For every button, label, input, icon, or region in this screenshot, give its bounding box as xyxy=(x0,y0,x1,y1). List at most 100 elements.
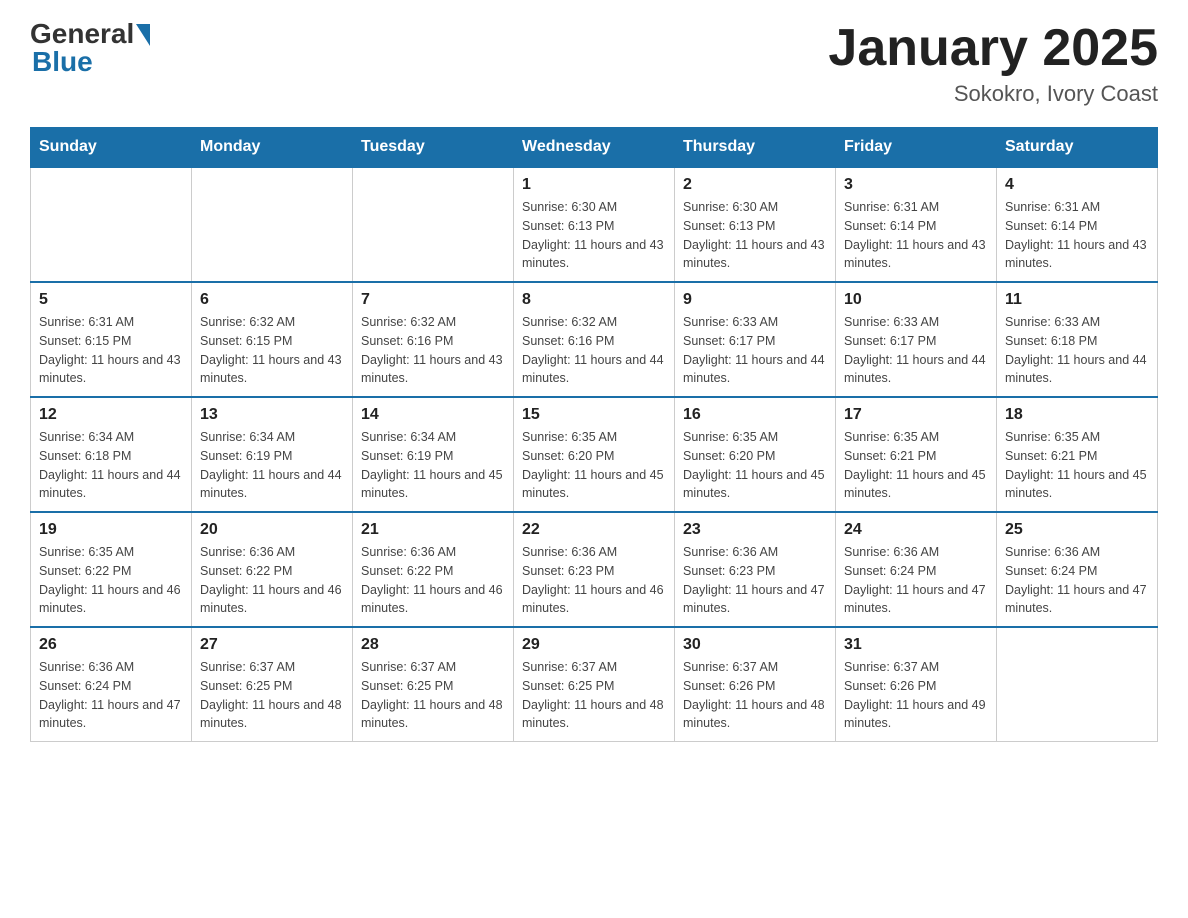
col-thursday: Thursday xyxy=(675,128,836,168)
table-row: 21 Sunrise: 6:36 AM Sunset: 6:22 PM Dayli… xyxy=(353,512,514,627)
table-row: 18 Sunrise: 6:35 AM Sunset: 6:21 PM Dayli… xyxy=(997,397,1158,512)
day-number: 8 xyxy=(522,291,666,309)
table-row: 9 Sunrise: 6:33 AM Sunset: 6:17 PM Daylig… xyxy=(675,282,836,397)
day-info: Sunrise: 6:33 AM Sunset: 6:17 PM Dayligh… xyxy=(844,313,988,388)
day-number: 1 xyxy=(522,176,666,194)
day-number: 6 xyxy=(200,291,344,309)
day-info: Sunrise: 6:36 AM Sunset: 6:23 PM Dayligh… xyxy=(522,543,666,618)
table-row: 24Sunrise: 6:36 AM Sunset: 6:24 PM Dayli… xyxy=(836,512,997,627)
calendar-title: January 2025 xyxy=(828,20,1158,77)
table-row: 16Sunrise: 6:35 AM Sunset: 6:20 PM Dayli… xyxy=(675,397,836,512)
table-row: 28 Sunrise: 6:37 AM Sunset: 6:25 PM Dayli… xyxy=(353,627,514,742)
day-number: 3 xyxy=(844,176,988,194)
col-sunday: Sunday xyxy=(31,128,192,168)
day-number: 14 xyxy=(361,406,505,424)
day-info: Sunrise: 6:37 AM Sunset: 6:26 PM Dayligh… xyxy=(683,658,827,733)
day-number: 21 xyxy=(361,521,505,539)
table-row xyxy=(31,167,192,282)
table-row: 3 Sunrise: 6:31 AM Sunset: 6:14 PM Daylig… xyxy=(836,167,997,282)
day-info: Sunrise: 6:30 AM Sunset: 6:13 PM Dayligh… xyxy=(683,198,827,273)
day-number: 5 xyxy=(39,291,183,309)
table-row: 26 Sunrise: 6:36 AM Sunset: 6:24 PM Dayli… xyxy=(31,627,192,742)
day-number: 23 xyxy=(683,521,827,539)
day-number: 31 xyxy=(844,636,988,654)
calendar-week-row: 12Sunrise: 6:34 AM Sunset: 6:18 PM Dayli… xyxy=(31,397,1158,512)
day-info: Sunrise: 6:31 AM Sunset: 6:14 PM Dayligh… xyxy=(1005,198,1149,273)
table-row: 8 Sunrise: 6:32 AM Sunset: 6:16 PM Daylig… xyxy=(514,282,675,397)
day-number: 19 xyxy=(39,521,183,539)
day-info: Sunrise: 6:34 AM Sunset: 6:19 PM Dayligh… xyxy=(200,428,344,503)
day-number: 22 xyxy=(522,521,666,539)
col-saturday: Saturday xyxy=(997,128,1158,168)
day-info: Sunrise: 6:36 AM Sunset: 6:24 PM Dayligh… xyxy=(1005,543,1149,618)
day-number: 28 xyxy=(361,636,505,654)
day-info: Sunrise: 6:37 AM Sunset: 6:25 PM Dayligh… xyxy=(200,658,344,733)
day-number: 18 xyxy=(1005,406,1149,424)
day-number: 7 xyxy=(361,291,505,309)
day-info: Sunrise: 6:34 AM Sunset: 6:18 PM Dayligh… xyxy=(39,428,183,503)
day-number: 25 xyxy=(1005,521,1149,539)
day-info: Sunrise: 6:37 AM Sunset: 6:25 PM Dayligh… xyxy=(361,658,505,733)
day-number: 29 xyxy=(522,636,666,654)
logo-general: General xyxy=(30,20,134,48)
day-info: Sunrise: 6:31 AM Sunset: 6:14 PM Dayligh… xyxy=(844,198,988,273)
day-info: Sunrise: 6:35 AM Sunset: 6:21 PM Dayligh… xyxy=(844,428,988,503)
day-number: 10 xyxy=(844,291,988,309)
day-info: Sunrise: 6:30 AM Sunset: 6:13 PM Dayligh… xyxy=(522,198,666,273)
day-number: 13 xyxy=(200,406,344,424)
table-row xyxy=(192,167,353,282)
day-info: Sunrise: 6:36 AM Sunset: 6:24 PM Dayligh… xyxy=(39,658,183,733)
calendar-subtitle: Sokokro, Ivory Coast xyxy=(828,81,1158,107)
table-row: 27 Sunrise: 6:37 AM Sunset: 6:25 PM Dayli… xyxy=(192,627,353,742)
table-row: 7 Sunrise: 6:32 AM Sunset: 6:16 PM Daylig… xyxy=(353,282,514,397)
col-tuesday: Tuesday xyxy=(353,128,514,168)
calendar-header-row: Sunday Monday Tuesday Wednesday Thursday… xyxy=(31,128,1158,168)
table-row: 17 Sunrise: 6:35 AM Sunset: 6:21 PM Dayli… xyxy=(836,397,997,512)
table-row: 13 Sunrise: 6:34 AM Sunset: 6:19 PM Dayli… xyxy=(192,397,353,512)
logo: General Blue xyxy=(30,20,150,76)
table-row: 23 Sunrise: 6:36 AM Sunset: 6:23 PM Dayli… xyxy=(675,512,836,627)
day-info: Sunrise: 6:35 AM Sunset: 6:20 PM Dayligh… xyxy=(522,428,666,503)
page-header: General Blue January 2025 Sokokro, Ivory… xyxy=(30,20,1158,107)
table-row: 30Sunrise: 6:37 AM Sunset: 6:26 PM Dayli… xyxy=(675,627,836,742)
day-number: 20 xyxy=(200,521,344,539)
day-number: 26 xyxy=(39,636,183,654)
table-row: 20Sunrise: 6:36 AM Sunset: 6:22 PM Dayli… xyxy=(192,512,353,627)
day-info: Sunrise: 6:32 AM Sunset: 6:16 PM Dayligh… xyxy=(522,313,666,388)
day-info: Sunrise: 6:36 AM Sunset: 6:23 PM Dayligh… xyxy=(683,543,827,618)
col-monday: Monday xyxy=(192,128,353,168)
table-row: 12Sunrise: 6:34 AM Sunset: 6:18 PM Dayli… xyxy=(31,397,192,512)
table-row: 10 Sunrise: 6:33 AM Sunset: 6:17 PM Dayli… xyxy=(836,282,997,397)
table-row: 14Sunrise: 6:34 AM Sunset: 6:19 PM Dayli… xyxy=(353,397,514,512)
table-row: 5 Sunrise: 6:31 AM Sunset: 6:15 PM Daylig… xyxy=(31,282,192,397)
day-info: Sunrise: 6:36 AM Sunset: 6:22 PM Dayligh… xyxy=(361,543,505,618)
table-row: 2 Sunrise: 6:30 AM Sunset: 6:13 PM Daylig… xyxy=(675,167,836,282)
day-info: Sunrise: 6:35 AM Sunset: 6:21 PM Dayligh… xyxy=(1005,428,1149,503)
day-info: Sunrise: 6:33 AM Sunset: 6:17 PM Dayligh… xyxy=(683,313,827,388)
day-info: Sunrise: 6:35 AM Sunset: 6:22 PM Dayligh… xyxy=(39,543,183,618)
day-number: 9 xyxy=(683,291,827,309)
calendar-table: Sunday Monday Tuesday Wednesday Thursday… xyxy=(30,127,1158,742)
table-row: 6 Sunrise: 6:32 AM Sunset: 6:15 PM Daylig… xyxy=(192,282,353,397)
calendar-week-row: 1 Sunrise: 6:30 AM Sunset: 6:13 PM Daylig… xyxy=(31,167,1158,282)
col-friday: Friday xyxy=(836,128,997,168)
day-number: 4 xyxy=(1005,176,1149,194)
table-row: 19 Sunrise: 6:35 AM Sunset: 6:22 PM Dayli… xyxy=(31,512,192,627)
table-row: 22 Sunrise: 6:36 AM Sunset: 6:23 PM Dayli… xyxy=(514,512,675,627)
day-info: Sunrise: 6:31 AM Sunset: 6:15 PM Dayligh… xyxy=(39,313,183,388)
day-info: Sunrise: 6:37 AM Sunset: 6:26 PM Dayligh… xyxy=(844,658,988,733)
table-row: 1 Sunrise: 6:30 AM Sunset: 6:13 PM Daylig… xyxy=(514,167,675,282)
day-info: Sunrise: 6:36 AM Sunset: 6:24 PM Dayligh… xyxy=(844,543,988,618)
table-row: 31 Sunrise: 6:37 AM Sunset: 6:26 PM Dayli… xyxy=(836,627,997,742)
day-info: Sunrise: 6:32 AM Sunset: 6:15 PM Dayligh… xyxy=(200,313,344,388)
day-info: Sunrise: 6:32 AM Sunset: 6:16 PM Dayligh… xyxy=(361,313,505,388)
day-info: Sunrise: 6:37 AM Sunset: 6:25 PM Dayligh… xyxy=(522,658,666,733)
day-number: 27 xyxy=(200,636,344,654)
day-number: 17 xyxy=(844,406,988,424)
day-number: 16 xyxy=(683,406,827,424)
day-number: 2 xyxy=(683,176,827,194)
day-number: 15 xyxy=(522,406,666,424)
table-row xyxy=(353,167,514,282)
table-row xyxy=(997,627,1158,742)
table-row: 4 Sunrise: 6:31 AM Sunset: 6:14 PM Daylig… xyxy=(997,167,1158,282)
